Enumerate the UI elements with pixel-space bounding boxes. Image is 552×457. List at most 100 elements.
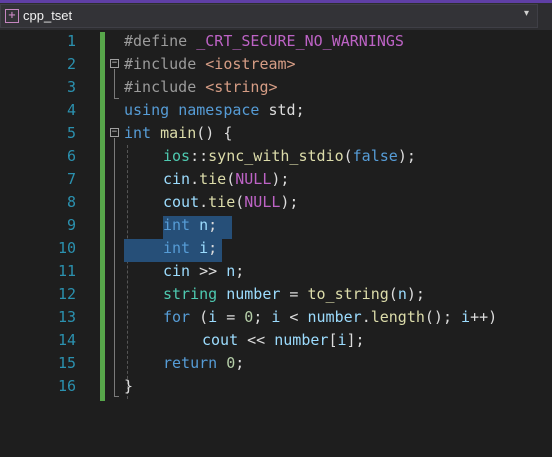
line-number: 14 [57,331,76,349]
dropdown-icon[interactable]: ▾ [524,8,529,19]
code-text: ); [271,170,290,188]
function-name: tie [199,170,227,188]
code-line-4: using namespace std; [124,99,305,122]
code-line-13: for (i = 0; i < number.length(); i++) [163,306,497,329]
function-name: to_string [307,285,389,303]
line-number: 10 [57,239,76,257]
line-number: 3 [66,78,76,96]
variable-name: number [226,285,281,303]
cpp-file-icon: + [5,9,19,23]
code-text: :: [190,147,209,165]
code-text: = [280,285,308,303]
variable-name: i [461,308,471,326]
code-line-11: cin >> n; [163,260,244,283]
line-number: 7 [66,170,76,188]
line-number: 15 [57,354,76,372]
collapse-icon[interactable]: − [110,128,119,137]
keyword: for [163,308,191,326]
collapse-icon[interactable]: − [110,59,119,68]
code-editor[interactable]: 1 2 3 4 5 6 7 8 9 10 11 12 13 14 15 16 −… [0,30,552,457]
code-text: () { [196,124,233,142]
code-line-15: return 0; [163,352,244,375]
code-text: ( [388,285,398,303]
variable-name: i [199,239,209,257]
variable-name: i [337,331,347,349]
variable-name: number [274,331,329,349]
keyword: int [124,124,152,142]
code-line-12: string number = to_string(n); [163,283,425,306]
tab-title: cpp_tset [23,8,73,23]
keyword: return [163,354,218,372]
tab-cpp-file[interactable]: + cpp_tset ▾ [0,4,538,28]
code-line-3: #include <string> [124,76,278,99]
code-text: ; [235,354,245,372]
line-number: 4 [66,101,76,119]
variable-name: cin [163,170,191,188]
line-number: 1 [66,32,76,50]
number-literal: 0 [244,308,254,326]
header-name: <string> [205,78,278,96]
line-number: 8 [66,193,76,211]
code-text: ]; [346,331,365,349]
keyword: int [163,216,191,234]
preprocessor-directive: #include [124,78,197,96]
variable-name: n [226,262,236,280]
line-number: 9 [66,216,76,234]
function-name: main [160,124,197,142]
preprocessor-directive: #include [124,55,197,73]
macro-name: NULL [244,193,281,211]
indent-guide [127,145,128,399]
variable-name: i [208,308,218,326]
code-line-16: } [124,375,133,398]
variable-name: cout [163,193,200,211]
line-number: 12 [57,285,76,303]
variable-name: cin [163,262,191,280]
code-line-8: cout.tie(NULL); [163,191,298,214]
line-number: 2 [66,55,76,73]
code-text: ; [208,239,218,257]
code-line-6: ios::sync_with_stdio(false); [163,145,416,168]
code-text: ); [280,193,299,211]
function-name: sync_with_stdio [208,147,344,165]
fold-guide-line [114,138,115,396]
closing-brace: } [124,377,134,395]
number-literal: 0 [226,354,236,372]
line-number: 5 [66,124,76,142]
code-line-1: #define _CRT_SECURE_NO_WARNINGS [124,30,404,53]
code-text: ( [235,193,245,211]
code-line-5: int main() { [124,122,232,145]
code-line-10: int i; [163,237,217,260]
code-text: ; [235,262,245,280]
keyword: using [124,101,170,119]
namespace-name: ios [163,147,191,165]
code-line-9: int n; [163,214,217,237]
change-tracking-bar [100,32,105,401]
macro-name: NULL [235,170,272,188]
code-text: < [280,308,308,326]
fold-guide-line [114,69,115,98]
code-line-2: #include <iostream> [124,53,296,76]
code-text: ( [343,147,353,165]
macro-name: _CRT_SECURE_NO_WARNINGS [196,32,404,50]
code-line-14: cout << number[i]; [202,329,365,352]
code-text: . [190,170,200,188]
code-line-7: cin.tie(NULL); [163,168,289,191]
code-text: ); [406,285,425,303]
code-text: = [217,308,245,326]
line-number: 6 [66,147,76,165]
code-text: ); [397,147,416,165]
keyword: false [352,147,398,165]
code-text: ( [226,170,236,188]
variable-name: n [397,285,407,303]
line-number: 16 [57,377,76,395]
fold-guide-end [114,98,119,99]
variable-name: number [307,308,362,326]
keyword: int [163,239,191,257]
variable-name: n [199,216,209,234]
keyword: namespace [178,101,260,119]
code-text: >> [190,262,227,280]
code-text: ; [208,216,218,234]
code-text: ; [253,308,272,326]
line-number: 13 [57,308,76,326]
line-number: 11 [57,262,76,280]
